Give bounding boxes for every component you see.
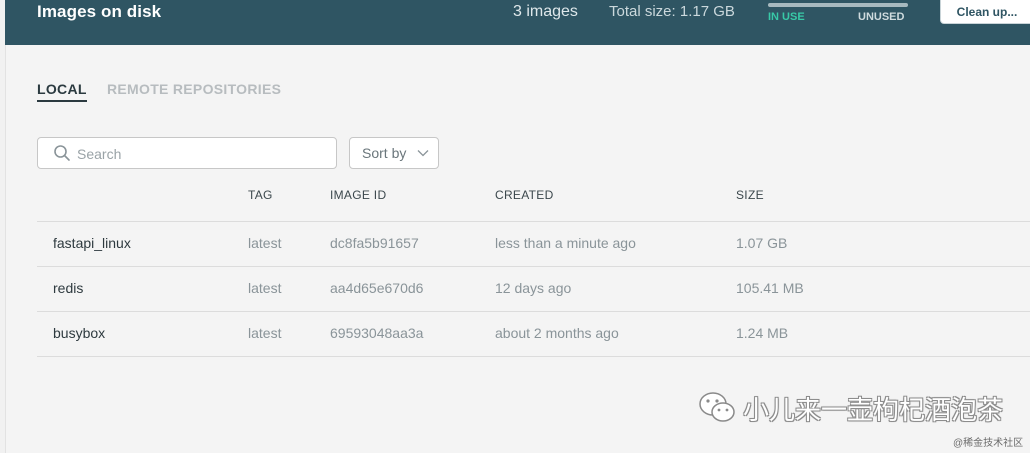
image-count: 3 images	[513, 3, 578, 20]
watermark-text: 小儿来一壶枸杞酒泡茶	[743, 395, 1004, 426]
search-icon	[54, 145, 70, 161]
image-tag: latest	[248, 325, 282, 341]
image-tag: latest	[248, 280, 282, 296]
watermark: 小儿来一壶枸杞酒泡茶	[697, 388, 1003, 428]
column-header-image-id: IMAGE ID	[330, 188, 387, 202]
table-row[interactable]: busybox latest 69593048aa3a about 2 mont…	[37, 312, 1030, 356]
image-created: about 2 months ago	[495, 325, 619, 341]
total-size: Total size: 1.17 GB	[609, 3, 735, 20]
column-header-tag: TAG	[248, 188, 273, 202]
image-name: busybox	[53, 325, 106, 341]
clean-up-button[interactable]: Clean up...	[940, 0, 1030, 24]
search-box[interactable]	[37, 137, 337, 169]
unused-label: UNUSED	[858, 11, 905, 23]
tab-remote-repositories[interactable]: REMOTE REPOSITORIES	[107, 81, 281, 97]
left-edge	[0, 0, 6, 453]
header-bar: Images on disk 3 images Total size: 1.17…	[5, 0, 1030, 45]
image-id: 69593048aa3a	[330, 325, 424, 341]
image-created: 12 days ago	[495, 280, 572, 296]
watermark-source: @稀金技术社区	[953, 438, 1024, 449]
image-id: aa4d65e670d6	[330, 280, 424, 296]
search-input[interactable]	[75, 143, 329, 165]
column-header-created: CREATED	[495, 188, 554, 202]
table-row[interactable]: redis latest aa4d65e670d6 12 days ago 10…	[37, 267, 1030, 311]
column-header-size: SIZE	[736, 188, 764, 202]
sort-by-label: Sort by	[362, 145, 407, 161]
sort-by-dropdown[interactable]: Sort by	[349, 137, 439, 169]
image-name: redis	[53, 280, 84, 296]
image-name: fastapi_linux	[53, 235, 131, 251]
wechat-icon	[699, 392, 735, 422]
page-title: Images on disk	[37, 2, 162, 21]
image-tag: latest	[248, 235, 282, 251]
table-divider	[37, 356, 1030, 357]
image-created: less than a minute ago	[495, 235, 636, 251]
image-size: 1.07 GB	[736, 235, 788, 251]
in-use-label: IN USE	[768, 11, 805, 23]
image-size: 105.41 MB	[736, 280, 804, 296]
image-size: 1.24 MB	[736, 325, 789, 341]
image-id: dc8fa5b91657	[330, 235, 419, 251]
table-row[interactable]: fastapi_linux latest dc8fa5b91657 less t…	[37, 222, 1030, 266]
disk-usage-bar	[768, 3, 908, 7]
tab-local[interactable]: LOCAL	[37, 81, 87, 102]
chevron-down-icon	[417, 150, 429, 157]
